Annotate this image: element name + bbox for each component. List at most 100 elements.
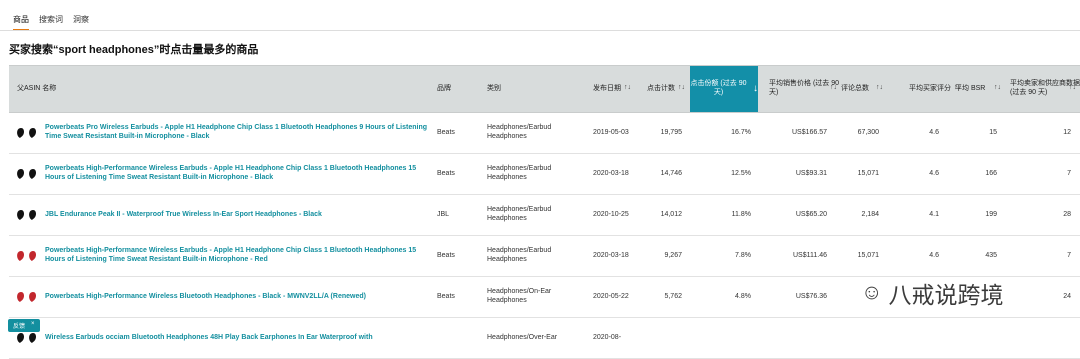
table-row: Wireless Earbuds occiam Bluetooth Headph… [9,318,1080,359]
brand-cell: Beats [437,128,455,136]
reviews-cell: 2,184 [861,210,879,218]
click-share-cell [699,318,751,358]
close-icon[interactable]: × [31,321,35,330]
table-row: Powerbeats High-Performance Wireless Ear… [9,154,1080,195]
release-date-cell: 2020-05-22 [593,292,629,300]
header-clicks[interactable]: 点击计数 ↑↓ [647,66,689,112]
click-share-cell: 11.8% [731,210,751,218]
clicks-cell: 14,012 [660,210,682,218]
sellers-cell: 24 [1063,292,1071,300]
release-date-cell: 2020-03-18 [593,169,629,177]
table-header: 父 ASIN 名称 品牌 类别 发布日期 ↑↓ 点击计数 ↑↓ 点击份额 (过去 90… [9,65,1080,113]
header-sellers[interactable]: 平均卖家和供应商数据 (过去 90 天) ↑↓ [1010,66,1080,112]
brand-cell: Beats [437,169,455,177]
wechat-icon: ☺ [861,281,883,304]
click-share-cell: 7.8% [735,251,751,259]
page-title: 买家搜索“sport headphones”时点击量最多的商品 [9,44,259,56]
rating-cell: 4.1 [929,210,939,218]
reviews-cell: 15,071 [857,251,879,259]
bsr-cell: 435 [985,251,997,259]
product-thumbnail [17,169,36,179]
sort-icon[interactable]: ↑↓ [624,84,631,93]
product-name-link[interactable]: Wireless Earbuds occiam Bluetooth Headph… [45,318,431,358]
header-click-share[interactable]: 点击份额 (过去 90 天) ↓ [690,66,758,112]
table-row: Powerbeats High-Performance Wireless Ear… [9,236,1080,277]
release-date-cell: 2019-05-03 [593,128,629,136]
bsr-cell: 166 [985,169,997,177]
average-price-cell: US$166.57 [791,128,827,136]
sort-icon[interactable]: ↑↓ [876,84,883,93]
clicks-cell [647,318,682,358]
tab-search-terms[interactable]: 搜索词 [39,14,63,31]
header-category[interactable]: 类别 [487,66,587,112]
reviews-cell: 15,071 [857,169,879,177]
sort-icon[interactable]: ↑↓ [678,84,685,93]
products-table: 父 ASIN 名称 品牌 类别 发布日期 ↑↓ 点击计数 ↑↓ 点击份额 (过去 90… [9,65,1080,359]
sellers-cell: 12 [1063,128,1071,136]
clicks-cell: 9,267 [664,251,682,259]
product-name-link[interactable]: Powerbeats High-Performance Wireless Ear… [45,236,431,276]
release-date-cell: 2020-08- [593,333,622,341]
product-thumbnail [17,251,36,261]
table-row: Powerbeats Pro Wireless Earbuds - Apple … [9,113,1080,154]
average-price-cell [769,318,827,358]
header-brand[interactable]: 品牌 [437,66,479,112]
category-cell: Headphones/On-Ear Headphones [487,288,552,304]
tab-divider [0,30,1080,31]
category-cell: Headphones/Earbud Headphones [487,124,552,140]
table-row: JBL Endurance Peak II - Waterproof True … [9,195,1080,236]
product-thumbnail [17,292,36,302]
product-name-link[interactable]: Powerbeats Pro Wireless Earbuds - Apple … [45,113,431,153]
rating-cell: 4.6 [929,169,939,177]
bsr-cell [957,318,997,358]
click-share-cell: 16.7% [731,128,751,136]
header-bsr[interactable]: 平均 BSR ↑↓ [951,66,1005,112]
top-tabs: 商品 搜索词 洞察 [13,14,89,31]
header-release-date[interactable]: 发布日期 ↑↓ [593,66,635,112]
average-price-cell: US$111.46 [793,251,827,259]
clicks-cell: 5,762 [664,292,682,300]
product-name-link[interactable]: Powerbeats High-Performance Wireless Blu… [45,277,431,317]
header-name[interactable]: 父 ASIN 名称 [17,66,427,112]
category-cell: Headphones/Earbud Headphones [487,206,552,222]
reviews-cell [841,318,879,358]
clicks-cell: 19,795 [660,128,682,136]
click-share-cell: 4.8% [735,292,751,300]
bsr-cell: 15 [989,128,997,136]
watermark: ☺ 八戒说跨境 [861,281,1004,308]
sellers-cell: 28 [1063,210,1071,218]
sellers-cell: 7 [1067,169,1071,177]
release-date-cell: 2020-03-18 [593,251,629,259]
table-body: Powerbeats Pro Wireless Earbuds - Apple … [9,113,1080,359]
reviews-cell: 67,300 [857,128,879,136]
category-cell: Headphones/Over-Ear [487,333,558,341]
brand-cell [437,318,479,358]
click-share-cell: 12.5% [731,169,751,177]
average-price-cell: US$76.36 [795,292,827,300]
rating-cell: 4.6 [929,128,939,136]
tab-products[interactable]: 商品 [13,14,29,31]
bsr-cell: 199 [985,210,997,218]
category-cell: Headphones/Earbud Headphones [487,247,552,263]
sellers-cell: 7 [1067,251,1071,259]
sort-icon[interactable]: ↑↓ [830,84,837,93]
sort-icon[interactable]: ↑↓ [1069,84,1076,93]
rating-cell [909,318,939,358]
product-name-link[interactable]: JBL Endurance Peak II - Waterproof True … [45,195,431,235]
sort-descending-icon[interactable]: ↓ [753,83,758,96]
product-thumbnail [17,210,36,220]
product-thumbnail [17,128,36,138]
header-reviews[interactable]: 评论总数 ↑↓ [841,66,887,112]
feedback-button[interactable]: 反馈 × [8,319,40,332]
product-name-link[interactable]: Powerbeats High-Performance Wireless Ear… [45,154,431,194]
brand-cell: Beats [437,251,455,259]
brand-cell: Beats [437,292,455,300]
sort-icon[interactable]: ↑↓ [994,84,1001,93]
average-price-cell: US$93.31 [795,169,827,177]
category-cell: Headphones/Earbud Headphones [487,165,552,181]
rating-cell: 4.6 [929,251,939,259]
tab-insights[interactable]: 洞察 [73,14,89,31]
sellers-cell [1027,318,1071,358]
release-date-cell: 2020-10-25 [593,210,629,218]
header-average-price[interactable]: 平均销售价格 (过去 90 天) ↑↓ [769,66,841,112]
